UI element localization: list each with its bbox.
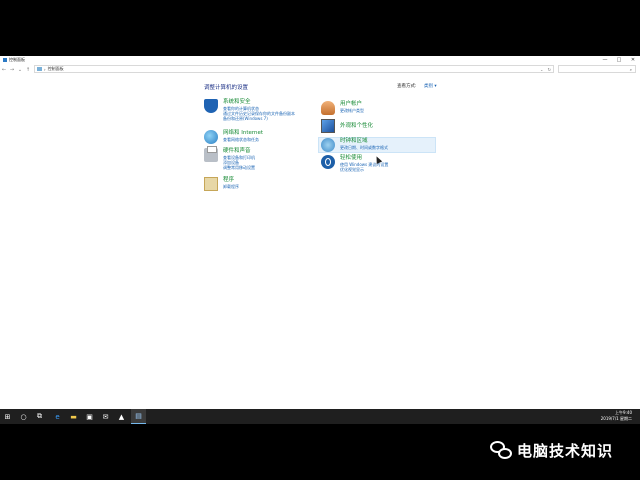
address-dropdown-icon[interactable]: ⌄ xyxy=(540,67,543,72)
view-by-label: 查看方式: xyxy=(397,84,417,89)
category-title[interactable]: 网络和 Internet xyxy=(223,130,263,137)
refresh-icon[interactable]: ↻ xyxy=(548,67,551,72)
taskbar: ⊞ ○ ⧉ e ▬ ▣ ✉ ▲ ▤ 上午9:40 2019/7/1 星期二 xyxy=(0,409,640,424)
category-title[interactable]: 外观和个性化 xyxy=(340,123,373,130)
title-bar: 控制面板 — □ ✕ xyxy=(0,56,640,64)
mail-icon[interactable]: ✉ xyxy=(98,409,113,424)
category-system-security: 系统和安全 查看你的计算机状态 通过文件历史记录保存你的文件备份副本 备份和还原… xyxy=(204,99,295,121)
folder-icon xyxy=(37,67,42,71)
category-title[interactable]: 用户帐户 xyxy=(340,101,364,108)
search-icon: ⌕ xyxy=(629,67,632,72)
control-panel-window: 控制面板 — □ ✕ ← → ⌄ ↑ › 控制面板 ⌄ ↻ ⌕ 调整计算机的设置… xyxy=(0,56,640,424)
recent-locations-button[interactable]: ⌄ xyxy=(16,66,24,74)
back-button[interactable]: ← xyxy=(0,66,8,74)
category-link[interactable]: 更改帐户类型 xyxy=(340,108,364,113)
page-title: 调整计算机的设置 xyxy=(204,85,249,91)
accessibility-icon xyxy=(321,155,335,169)
category-title[interactable]: 程序 xyxy=(223,177,239,184)
category-programs: 程序 卸载程序 xyxy=(204,177,239,191)
programs-icon xyxy=(204,177,218,191)
clock-date: 2019/7/1 星期二 xyxy=(600,416,632,421)
globe-icon xyxy=(204,130,218,144)
edge-icon[interactable]: e xyxy=(50,409,65,424)
task-view-button[interactable]: ⧉ xyxy=(32,409,47,424)
watermark-text: 电脑技术知识 xyxy=(517,441,614,460)
path-separator: › xyxy=(44,66,46,72)
category-network-internet: 网络和 Internet 查看网络状态和任务 xyxy=(204,130,263,144)
search-input[interactable]: ⌕ xyxy=(558,65,636,73)
watermark: 电脑技术知识 xyxy=(490,438,613,462)
store-icon[interactable]: ▣ xyxy=(82,409,97,424)
maximize-button[interactable]: □ xyxy=(612,56,626,64)
printer-icon xyxy=(204,146,218,162)
category-title[interactable]: 时钟和区域 xyxy=(340,138,388,145)
wechat-logo-icon xyxy=(490,438,514,462)
category-link[interactable]: 备份和还原(Windows 7) xyxy=(223,116,295,121)
category-link[interactable]: 调整常用移动设置 xyxy=(223,165,255,170)
control-panel-icon xyxy=(3,58,7,62)
shield-icon xyxy=(204,99,218,113)
category-link[interactable]: 优化视觉显示 xyxy=(340,167,388,172)
close-button[interactable]: ✕ xyxy=(626,56,640,64)
address-bar-row: ← → ⌄ ↑ › 控制面板 ⌄ ↻ ⌕ xyxy=(0,65,640,74)
category-appearance: 外观和个性化 xyxy=(321,119,373,133)
app-icon[interactable]: ▲ xyxy=(114,409,129,424)
minimize-button[interactable]: — xyxy=(598,56,612,64)
address-field[interactable]: › 控制面板 ⌄ ↻ xyxy=(34,65,554,73)
users-icon xyxy=(321,101,335,115)
forward-button[interactable]: → xyxy=(8,66,16,74)
window-title: 控制面板 xyxy=(9,57,25,62)
view-by: 查看方式: 类别 ▾ xyxy=(397,83,437,89)
breadcrumb-control-panel[interactable]: 控制面板 xyxy=(48,66,64,72)
category-clock-region[interactable]: 时钟和区域 更改日期、时间或数字格式 xyxy=(318,137,436,153)
start-button[interactable]: ⊞ xyxy=(0,409,15,424)
clock-icon xyxy=(321,138,335,152)
category-link[interactable]: 更改日期、时间或数字格式 xyxy=(340,145,388,150)
view-by-dropdown[interactable]: 类别 ▾ xyxy=(424,84,437,89)
category-hardware-sound: 硬件和声音 查看设备和打印机 添加设备 调整常用移动设置 xyxy=(204,146,255,170)
up-button[interactable]: ↑ xyxy=(24,66,32,74)
category-link[interactable]: 查看网络状态和任务 xyxy=(223,137,263,142)
control-panel-taskbar-icon[interactable]: ▤ xyxy=(131,409,146,424)
search-button[interactable]: ○ xyxy=(16,409,31,424)
category-link[interactable]: 卸载程序 xyxy=(223,184,239,189)
appearance-icon xyxy=(321,119,335,133)
category-title[interactable]: 硬件和声音 xyxy=(223,148,255,155)
file-explorer-icon[interactable]: ▬ xyxy=(66,409,81,424)
category-user-accounts: 用户帐户 更改帐户类型 xyxy=(321,101,364,115)
category-title[interactable]: 系统和安全 xyxy=(223,99,295,106)
system-clock[interactable]: 上午9:40 2019/7/1 星期二 xyxy=(601,410,632,422)
